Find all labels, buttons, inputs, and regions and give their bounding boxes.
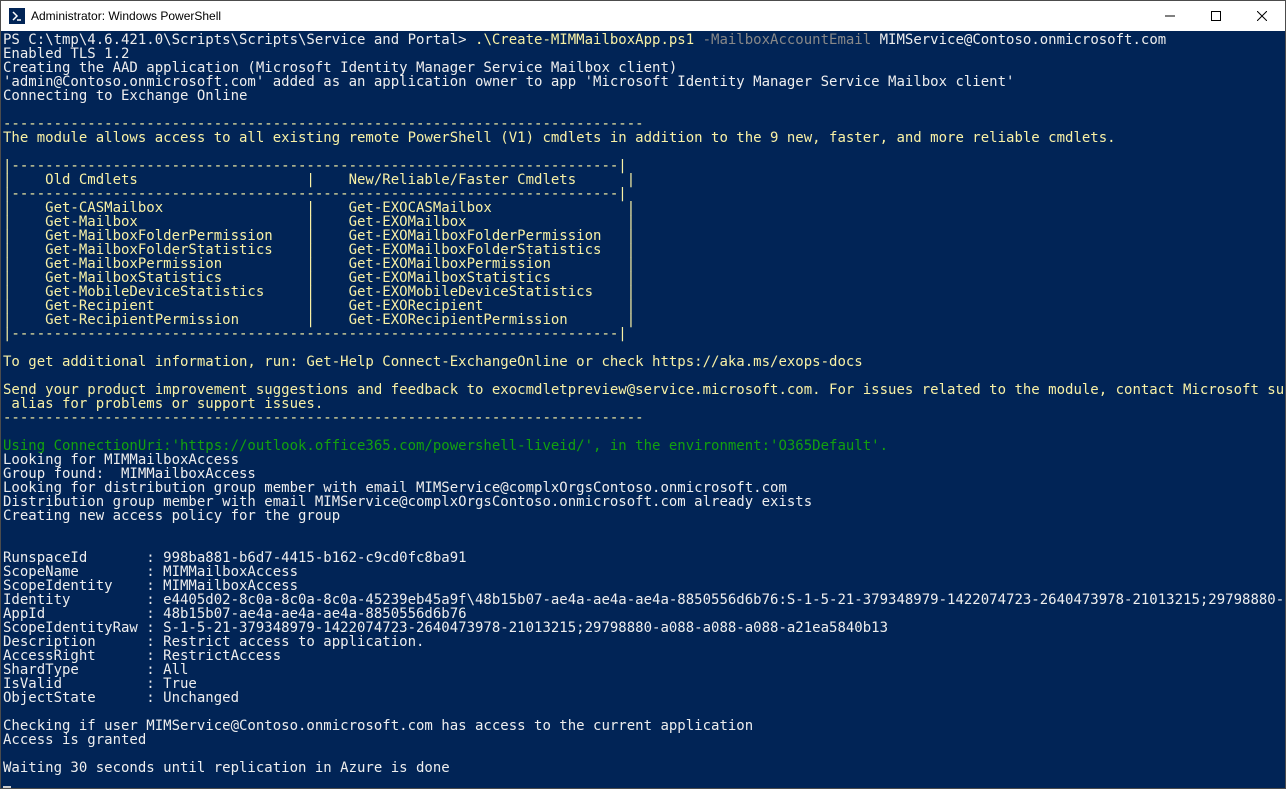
- minimize-button[interactable]: [1147, 1, 1193, 31]
- prompt-command: .\Create-MIMMailboxApp.ps1: [475, 32, 703, 48]
- close-button[interactable]: [1239, 1, 1285, 31]
- window-controls: [1147, 1, 1285, 31]
- prompt-value: MIMService@Contoso.onmicrosoft.com: [880, 32, 1167, 48]
- titlebar[interactable]: Administrator: Windows PowerShell: [1, 1, 1285, 31]
- cursor: [3, 786, 11, 788]
- table-border: |---------------------------------------…: [3, 326, 627, 342]
- output-line: Connecting to Exchange Online: [3, 88, 247, 104]
- powershell-icon: [9, 8, 25, 24]
- output-line: Waiting 30 seconds until replication in …: [3, 760, 450, 776]
- prompt-param: -MailboxAccountEmail: [703, 32, 880, 48]
- output-line: Access is granted: [3, 732, 146, 748]
- property-line: ObjectState : Unchanged: [3, 690, 239, 706]
- powershell-window: Administrator: Windows PowerShell PS C:\…: [0, 0, 1286, 789]
- info-line: Send your product improvement suggestion…: [3, 382, 1285, 412]
- module-message: The module allows access to all existing…: [3, 130, 1116, 146]
- separator: ----------------------------------------…: [3, 410, 644, 426]
- info-line: To get additional information, run: Get-…: [3, 354, 863, 370]
- window-title: Administrator: Windows PowerShell: [31, 9, 221, 23]
- maximize-button[interactable]: [1193, 1, 1239, 31]
- output-line: Creating new access policy for the group: [3, 508, 340, 524]
- terminal-output[interactable]: PS C:\tmp\4.6.421.0\Scripts\Scripts\Serv…: [1, 31, 1285, 788]
